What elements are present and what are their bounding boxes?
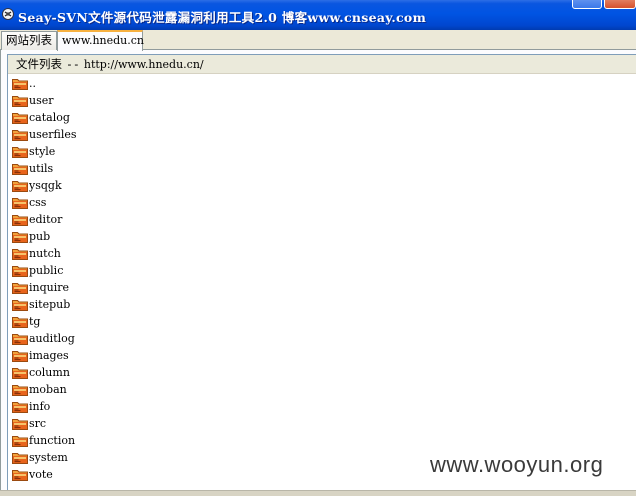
list-item-label: public (29, 264, 64, 277)
title-bar[interactable]: Seay-SVN文件源代码泄露漏洞利用工具2.0 博客www.cnseay.co… (0, 0, 636, 30)
list-item-label: inquire (29, 281, 70, 294)
list-item-label: userfiles (29, 128, 77, 141)
list-item[interactable]: function (8, 432, 636, 449)
folder-icon (12, 401, 28, 413)
list-item-label: function (29, 434, 76, 447)
list-item-label: moban (29, 383, 67, 396)
minimize-button[interactable] (572, 0, 602, 9)
folder-icon (12, 231, 28, 243)
list-item[interactable]: pub (8, 228, 636, 245)
list-item-label: editor (29, 213, 63, 226)
close-button[interactable] (604, 0, 636, 9)
folder-icon (12, 350, 28, 362)
list-item-label: tg (29, 315, 41, 328)
list-item-label: utils (29, 162, 54, 175)
list-item[interactable]: style (8, 143, 636, 160)
list-item-label: auditlog (29, 332, 75, 345)
list-item[interactable]: utils (8, 160, 636, 177)
tab-panel: 文件列表 -- http://www.hnedu.cn/ .. user catalog… (0, 50, 636, 496)
folder-icon (12, 469, 28, 481)
folder-icon (12, 95, 28, 107)
list-item-label: column (29, 366, 70, 379)
list-item[interactable]: images (8, 347, 636, 364)
tab-strip: 网站列表 www.hnedu.cn (0, 30, 636, 51)
tab-hnedu[interactable]: www.hnedu.cn (57, 30, 144, 51)
list-item[interactable]: info (8, 398, 636, 415)
list-item-label: pub (29, 230, 51, 243)
list-item-label: ysqgk (29, 179, 62, 192)
list-item[interactable]: column (8, 364, 636, 381)
folder-icon (12, 248, 28, 260)
list-item[interactable]: public (8, 262, 636, 279)
list-item[interactable]: src (8, 415, 636, 432)
list-item-label: user (29, 94, 54, 107)
folder-icon (12, 265, 28, 277)
folder-icon (12, 282, 28, 294)
folder-icon (12, 316, 28, 328)
file-list-header-separator: -- (66, 57, 80, 71)
window-title: Seay-SVN文件源代码泄露漏洞利用工具2.0 博客www.cnseay.co… (18, 10, 427, 25)
folder-icon (12, 78, 28, 90)
list-item-label: catalog (29, 111, 70, 124)
list-item[interactable]: moban (8, 381, 636, 398)
window-bottom-edge (0, 490, 636, 496)
file-list-header-url: http://www.hnedu.cn/ (83, 58, 204, 71)
list-item[interactable]: sitepub (8, 296, 636, 313)
file-list[interactable]: 文件列表 -- http://www.hnedu.cn/ .. user catalog… (7, 54, 636, 493)
folder-icon (12, 129, 28, 141)
folder-icon (12, 214, 28, 226)
list-item[interactable]: .. (8, 75, 636, 92)
list-item-label: sitepub (29, 298, 71, 311)
list-item[interactable]: nutch (8, 245, 636, 262)
folder-icon (12, 197, 28, 209)
list-item[interactable]: inquire (8, 279, 636, 296)
app-icon[interactable] (2, 8, 14, 20)
list-item[interactable]: userfiles (8, 126, 636, 143)
folder-icon (12, 146, 28, 158)
list-item-label: css (29, 196, 47, 209)
folder-icon (12, 299, 28, 311)
list-item-label: system (29, 451, 68, 464)
file-list-rows: .. user catalog userfiles style utils ysqgk css… (8, 75, 636, 483)
list-item[interactable]: ysqgk (8, 177, 636, 194)
list-item[interactable]: catalog (8, 109, 636, 126)
list-item-label: src (29, 417, 47, 430)
list-item[interactable]: tg (8, 313, 636, 330)
folder-icon (12, 163, 28, 175)
folder-icon (12, 112, 28, 124)
list-item-label: vote (29, 468, 53, 481)
list-item[interactable]: css (8, 194, 636, 211)
folder-icon (12, 435, 28, 447)
list-item-label: style (29, 145, 56, 158)
folder-icon (12, 180, 28, 192)
list-item-label: info (29, 400, 51, 413)
list-item[interactable]: auditlog (8, 330, 636, 347)
tab-site-list[interactable]: 网站列表 (1, 31, 57, 50)
folder-icon (12, 333, 28, 345)
folder-icon (12, 418, 28, 430)
file-list-header-label: 文件列表 (16, 57, 62, 71)
list-item[interactable]: user (8, 92, 636, 109)
list-item-label: .. (29, 77, 36, 90)
app-window: Seay-SVN文件源代码泄露漏洞利用工具2.0 博客www.cnseay.co… (0, 0, 636, 496)
file-list-header[interactable]: 文件列表 -- http://www.hnedu.cn/ (8, 55, 636, 74)
list-item-label: images (29, 349, 69, 362)
folder-icon (12, 452, 28, 464)
list-item[interactable]: editor (8, 211, 636, 228)
folder-icon (12, 367, 28, 379)
folder-icon (12, 384, 28, 396)
list-item-label: nutch (29, 247, 61, 260)
watermark: www.wooyun.org (430, 452, 604, 477)
